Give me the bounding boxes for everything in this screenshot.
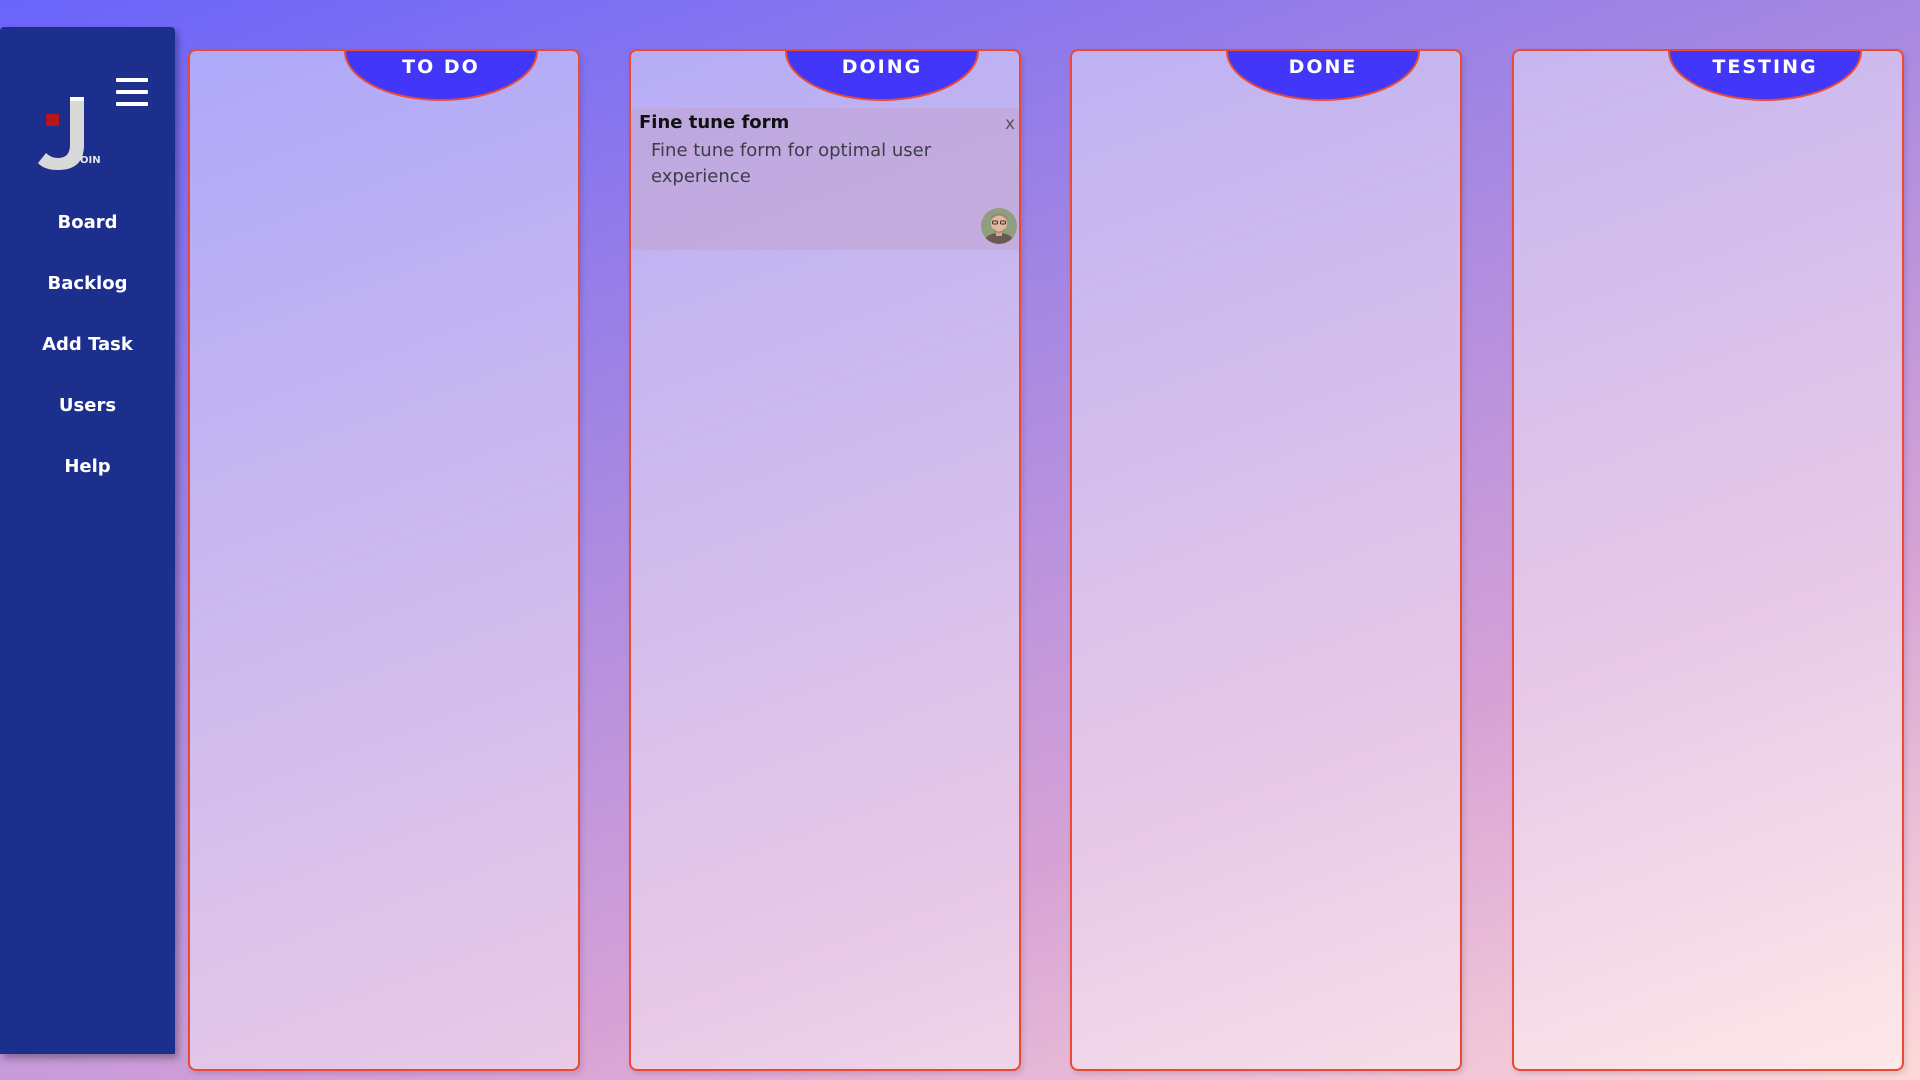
column-header-doing: DOING — [785, 51, 979, 101]
logo-text: OIN — [80, 155, 101, 166]
hamburger-menu-icon[interactable] — [116, 78, 148, 110]
column-todo[interactable]: TO DO — [188, 49, 580, 1071]
task-title: Fine tune form — [639, 112, 790, 133]
nav-item-add-task[interactable]: Add Task — [0, 325, 175, 386]
column-header-done: DONE — [1226, 51, 1420, 101]
column-doing[interactable]: DOING Fine tune form x Fine tune form fo… — [629, 49, 1021, 1071]
column-testing[interactable]: TESTING — [1512, 49, 1904, 1071]
nav-item-backlog[interactable]: Backlog — [0, 264, 175, 325]
column-header-todo: TO DO — [344, 51, 538, 101]
user-avatar — [981, 208, 1017, 244]
sidebar: OIN Board Backlog Add Task Users Help — [0, 27, 175, 1054]
column-done[interactable]: DONE — [1070, 49, 1462, 1071]
task-description: Fine tune form for optimal user experien… — [651, 140, 932, 187]
nav-item-board[interactable]: Board — [0, 203, 175, 264]
column-header-testing: TESTING — [1668, 51, 1862, 101]
main-nav: Board Backlog Add Task Users Help — [0, 203, 175, 508]
nav-item-users[interactable]: Users — [0, 386, 175, 447]
task-card[interactable]: Fine tune form x Fine tune form for opti… — [631, 108, 1019, 250]
close-icon[interactable]: x — [1005, 114, 1015, 134]
nav-item-help[interactable]: Help — [0, 447, 175, 508]
